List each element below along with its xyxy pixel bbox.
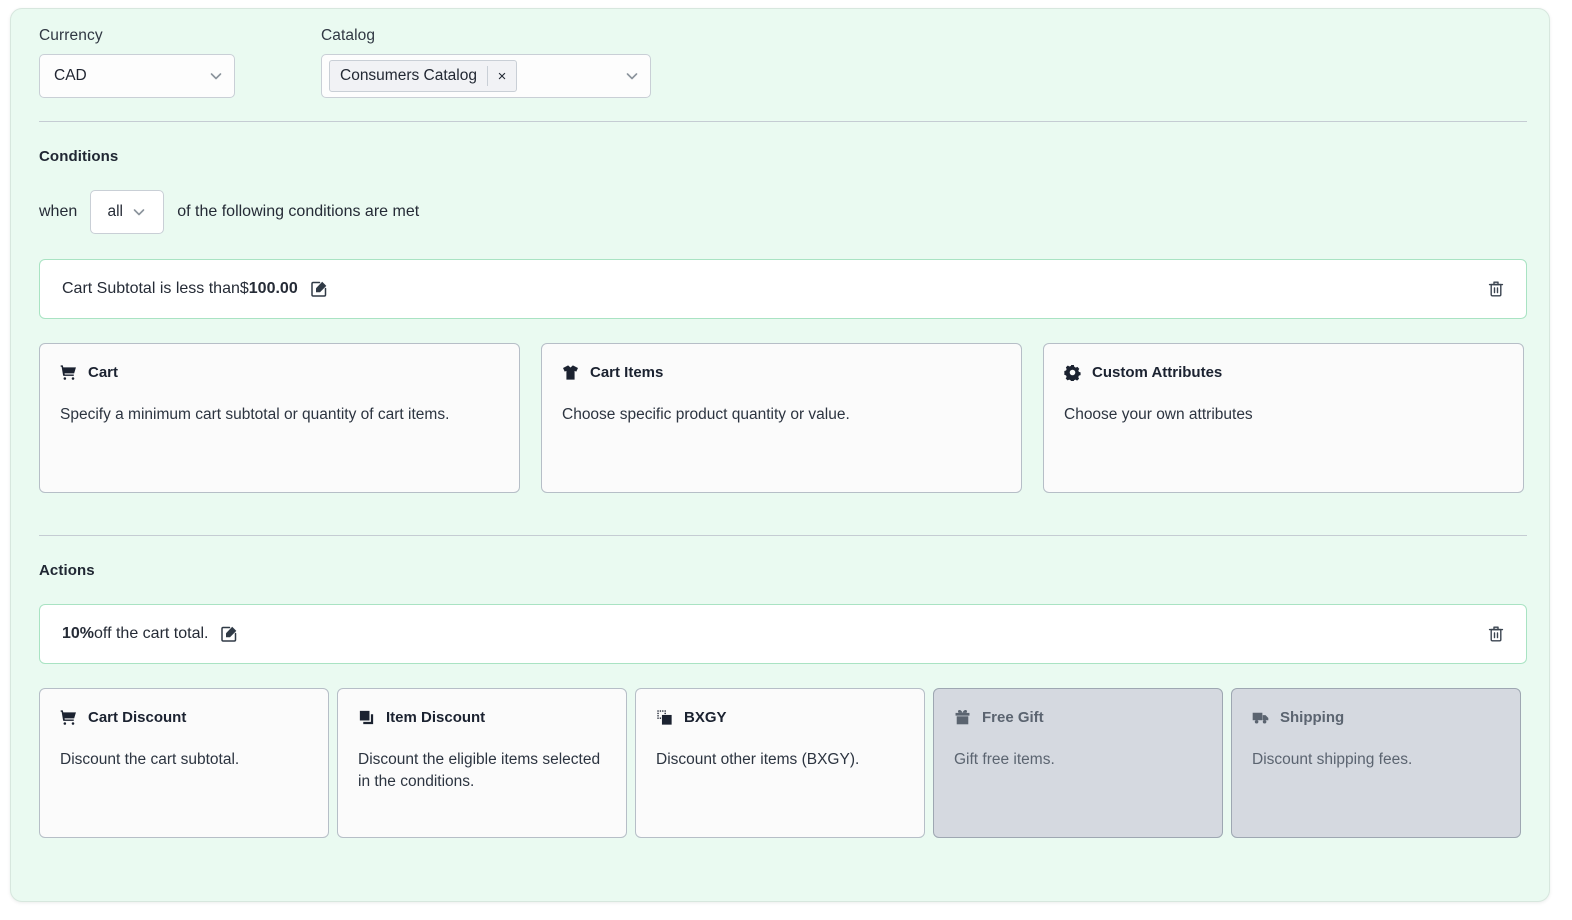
condition-card-cart-head: Cart: [60, 364, 499, 381]
currency-field: Currency CAD: [39, 27, 235, 98]
condition-card-custom-attributes-title: Custom Attributes: [1092, 364, 1222, 381]
gear-icon: [1064, 364, 1081, 381]
action-card-item-discount-head: Item Discount: [358, 709, 606, 726]
action-card-cart-discount-title: Cart Discount: [88, 709, 186, 726]
action-card-item-discount-title: Item Discount: [386, 709, 485, 726]
chevron-down-icon: [208, 68, 224, 84]
condition-card-grid: Cart Specify a minimum cart subtotal or …: [39, 343, 1527, 493]
condition-rule-text: Cart Subtotal is less than $ 100.00: [62, 279, 1486, 299]
conditions-heading: Conditions: [39, 148, 1527, 165]
divider-actions: [39, 535, 1527, 536]
catalog-tag-label: Consumers Catalog: [340, 67, 487, 85]
action-rule-row[interactable]: 10% off the cart total.: [39, 604, 1527, 664]
action-card-cart-discount-desc: Discount the cart subtotal.: [60, 749, 308, 771]
action-card-bxgy[interactable]: BXGY Discount other items (BXGY).: [635, 688, 925, 838]
delete-condition-button[interactable]: [1486, 279, 1506, 299]
condition-card-cart[interactable]: Cart Specify a minimum cart subtotal or …: [39, 343, 520, 493]
condition-card-custom-attributes-head: Custom Attributes: [1064, 364, 1503, 381]
condition-card-cart-items-head: Cart Items: [562, 364, 1001, 381]
action-amount: 10%: [62, 625, 94, 643]
chevron-down-icon: [131, 204, 147, 220]
selectors-row: Currency CAD Catalog Consumers Catalog ×: [39, 27, 1527, 98]
condition-currency-symbol: $: [240, 280, 249, 298]
action-card-bxgy-head: BXGY: [656, 709, 904, 726]
action-card-cart-discount-head: Cart Discount: [60, 709, 308, 726]
action-card-shipping: Shipping Discount shipping fees.: [1231, 688, 1521, 838]
edit-icon[interactable]: [309, 279, 329, 299]
condition-card-cart-items[interactable]: Cart Items Choose specific product quant…: [541, 343, 1022, 493]
action-rule-suffix: off the cart total.: [94, 625, 208, 643]
condition-rule-prefix: Cart Subtotal is less than: [62, 280, 240, 298]
chevron-down-icon: [624, 68, 640, 84]
action-card-bxgy-desc: Discount other items (BXGY).: [656, 749, 904, 771]
action-card-item-discount-desc: Discount the eligible items selected in …: [358, 749, 606, 794]
condition-amount: 100.00: [249, 280, 298, 298]
condition-card-cart-items-desc: Choose specific product quantity or valu…: [562, 404, 1001, 426]
action-card-cart-discount[interactable]: Cart Discount Discount the cart subtotal…: [39, 688, 329, 838]
condition-card-cart-desc: Specify a minimum cart subtotal or quant…: [60, 404, 499, 426]
action-card-free-gift-title: Free Gift: [982, 709, 1044, 726]
close-icon[interactable]: ×: [488, 69, 516, 84]
condition-card-cart-items-title: Cart Items: [590, 364, 663, 381]
match-type-value: all: [107, 203, 123, 221]
when-prefix-label: when: [39, 203, 77, 221]
action-card-grid: Cart Discount Discount the cart subtotal…: [39, 688, 1527, 838]
action-card-shipping-title: Shipping: [1280, 709, 1344, 726]
edit-icon[interactable]: [219, 624, 239, 644]
action-card-item-discount[interactable]: Item Discount Discount the eligible item…: [337, 688, 627, 838]
actions-heading: Actions: [39, 562, 1527, 579]
shopping-cart-icon: [60, 709, 77, 726]
gift-icon: [954, 709, 971, 726]
divider-top: [39, 121, 1527, 122]
when-suffix-label: of the following conditions are met: [177, 203, 419, 221]
currency-value: CAD: [54, 67, 208, 85]
truck-icon: [1252, 709, 1269, 726]
catalog-select[interactable]: Consumers Catalog ×: [321, 54, 651, 98]
action-card-shipping-desc: Discount shipping fees.: [1252, 749, 1500, 771]
action-rule-text: 10% off the cart total.: [62, 624, 1486, 644]
bxgy-icon: [656, 709, 673, 726]
condition-card-cart-title: Cart: [88, 364, 118, 381]
action-card-bxgy-title: BXGY: [684, 709, 727, 726]
action-card-free-gift: Free Gift Gift free items.: [933, 688, 1223, 838]
tshirt-icon: [562, 364, 579, 381]
action-card-free-gift-head: Free Gift: [954, 709, 1202, 726]
match-type-row: when all of the following conditions are…: [39, 190, 1527, 234]
condition-card-custom-attributes[interactable]: Custom Attributes Choose your own attrib…: [1043, 343, 1524, 493]
condition-card-custom-attributes-desc: Choose your own attributes: [1064, 404, 1503, 426]
action-card-free-gift-desc: Gift free items.: [954, 749, 1202, 771]
rule-builder-panel: Currency CAD Catalog Consumers Catalog ×: [10, 8, 1550, 902]
shopping-cart-icon: [60, 364, 77, 381]
match-type-select[interactable]: all: [90, 190, 164, 234]
copy-items-icon: [358, 709, 375, 726]
catalog-tag: Consumers Catalog ×: [329, 60, 517, 92]
action-card-shipping-head: Shipping: [1252, 709, 1500, 726]
catalog-label: Catalog: [321, 27, 651, 45]
currency-select[interactable]: CAD: [39, 54, 235, 98]
delete-action-button[interactable]: [1486, 624, 1506, 644]
condition-rule-row[interactable]: Cart Subtotal is less than $ 100.00: [39, 259, 1527, 319]
catalog-field: Catalog Consumers Catalog ×: [321, 27, 651, 98]
currency-label: Currency: [39, 27, 235, 45]
